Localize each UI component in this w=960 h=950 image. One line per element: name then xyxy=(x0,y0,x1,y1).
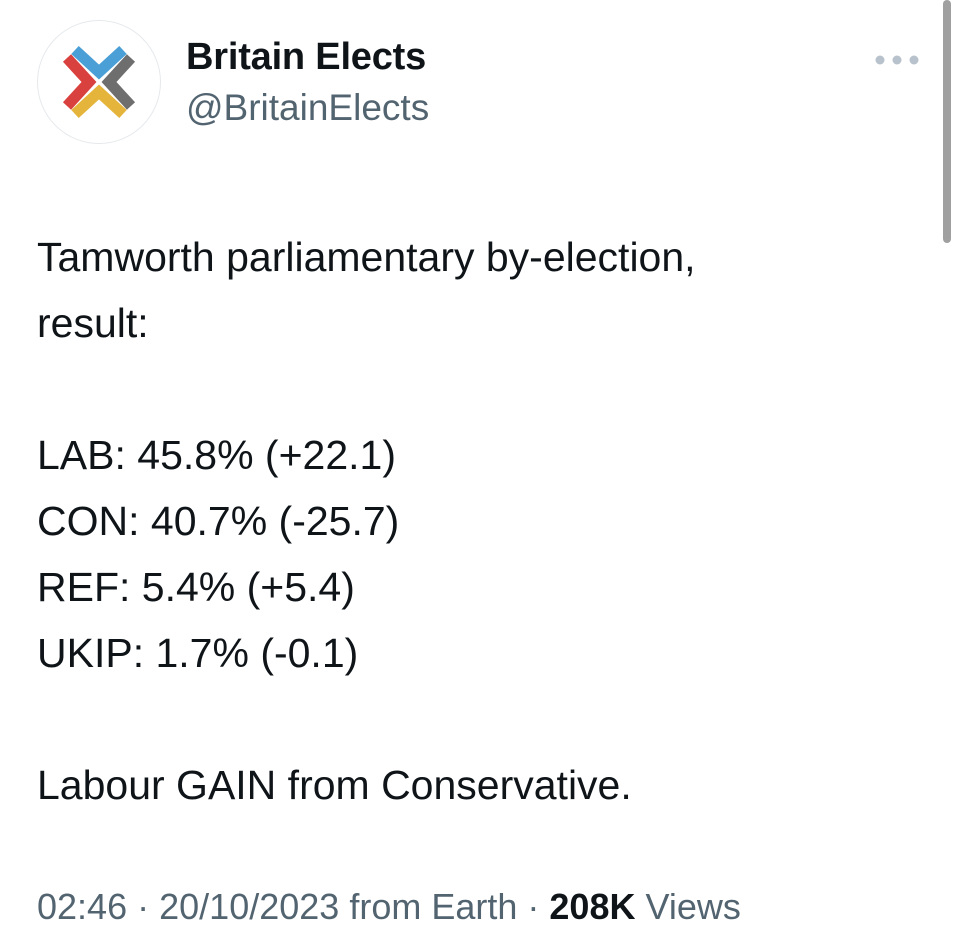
views-label[interactable]: Views xyxy=(645,886,740,927)
tweet-time[interactable]: 02:46 xyxy=(37,886,127,927)
result-line: CON: 40.7% (-25.7) xyxy=(37,498,400,544)
tweet-intro: Tamworth parliamentary by-election, resu… xyxy=(37,224,917,356)
britain-elects-logo-icon xyxy=(62,45,136,119)
conclusion-line: Labour GAIN from Conservative. xyxy=(37,762,632,808)
views-count[interactable]: 208K xyxy=(549,886,635,927)
scrollbar[interactable] xyxy=(943,0,951,243)
author-name[interactable]: Britain Elects xyxy=(186,36,426,79)
tweet-source: from Earth xyxy=(349,886,518,927)
result-line: LAB: 45.8% (+22.1) xyxy=(37,432,396,478)
meta-separator: · xyxy=(527,886,540,927)
tweet-conclusion: Labour GAIN from Conservative. xyxy=(37,752,917,818)
result-line: REF: 5.4% (+5.4) xyxy=(37,564,355,610)
tweet-intro-line: Tamworth parliamentary by-election, xyxy=(37,234,696,280)
avatar[interactable] xyxy=(37,20,161,144)
meta-separator: · xyxy=(137,886,150,927)
result-line: UKIP: 1.7% (-0.1) xyxy=(37,630,359,676)
ellipsis-icon xyxy=(875,55,919,65)
results-list: LAB: 45.8% (+22.1) CON: 40.7% (-25.7) RE… xyxy=(37,422,917,686)
author-handle[interactable]: @BritainElects xyxy=(186,87,429,129)
tweet-meta: 02:46 · 20/10/2023 from Earth · 208K Vie… xyxy=(37,886,741,928)
tweet-date[interactable]: 20/10/2023 xyxy=(159,886,339,927)
tweet-intro-line: result: xyxy=(37,300,149,346)
tweet-text: Tamworth parliamentary by-election, resu… xyxy=(37,224,917,818)
more-options-button[interactable] xyxy=(872,46,922,74)
